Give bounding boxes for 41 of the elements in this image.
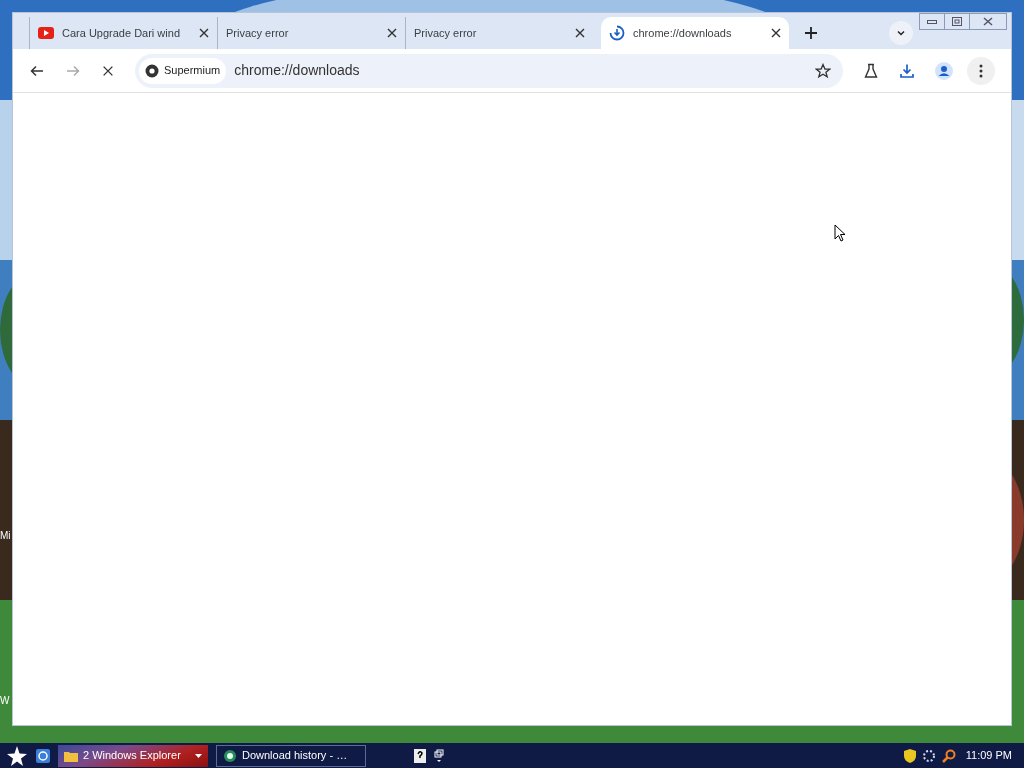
address-text: chrome://downloads — [234, 61, 361, 80]
tab-title: Cara Upgrade Dari wind — [62, 25, 181, 41]
site-info-chip[interactable]: Supermium — [139, 57, 227, 84]
desktop-icon-label: Mi — [0, 529, 12, 543]
clock: 11:09 PM — [965, 748, 1012, 764]
shield-icon[interactable] — [903, 748, 916, 763]
download-icon[interactable] — [899, 62, 915, 79]
star-start-icon[interactable] — [6, 744, 28, 767]
caret-icon — [195, 753, 202, 758]
close-icon[interactable] — [771, 28, 781, 38]
close-icon[interactable] — [575, 28, 585, 38]
browser-logo-icon — [145, 63, 159, 78]
browser-icon[interactable] — [36, 748, 50, 763]
desktop-icon-label: W — [0, 694, 11, 708]
dotted-circle-icon[interactable] — [921, 748, 936, 763]
windows-icon[interactable] — [434, 748, 444, 763]
taskbar-button[interactable]: 2 Windows Explorer — [58, 744, 208, 767]
close-icon — [983, 17, 993, 26]
flask-icon[interactable] — [863, 62, 879, 79]
globe-icon — [223, 748, 237, 763]
profile-avatar-icon[interactable] — [935, 61, 953, 80]
minimize-icon — [927, 19, 937, 24]
magnifier-icon[interactable] — [941, 748, 956, 763]
download-progress-icon — [609, 25, 625, 41]
maximize-icon — [952, 17, 962, 26]
folder-icon — [64, 749, 78, 762]
more-vertical-icon — [979, 63, 983, 78]
taskbar-button[interactable]: Download history - … — [216, 744, 366, 767]
video-play-icon — [38, 27, 54, 39]
help-icon[interactable] — [414, 748, 426, 763]
chevron-down-icon — [896, 28, 906, 38]
mouse-cursor-icon — [834, 224, 846, 242]
tab-title: Privacy error — [414, 25, 478, 41]
close-icon[interactable] — [199, 28, 209, 38]
address-bar[interactable]: Supermium chrome://downloads — [135, 53, 843, 88]
close-icon[interactable] — [387, 28, 397, 38]
tab-title: chrome://downloads — [633, 25, 733, 41]
star-icon[interactable] — [815, 62, 831, 79]
browser-tab[interactable]: chrome://downloads — [601, 17, 789, 49]
new-tab-icon[interactable] — [803, 25, 819, 41]
tab-title: Privacy error — [226, 25, 290, 41]
